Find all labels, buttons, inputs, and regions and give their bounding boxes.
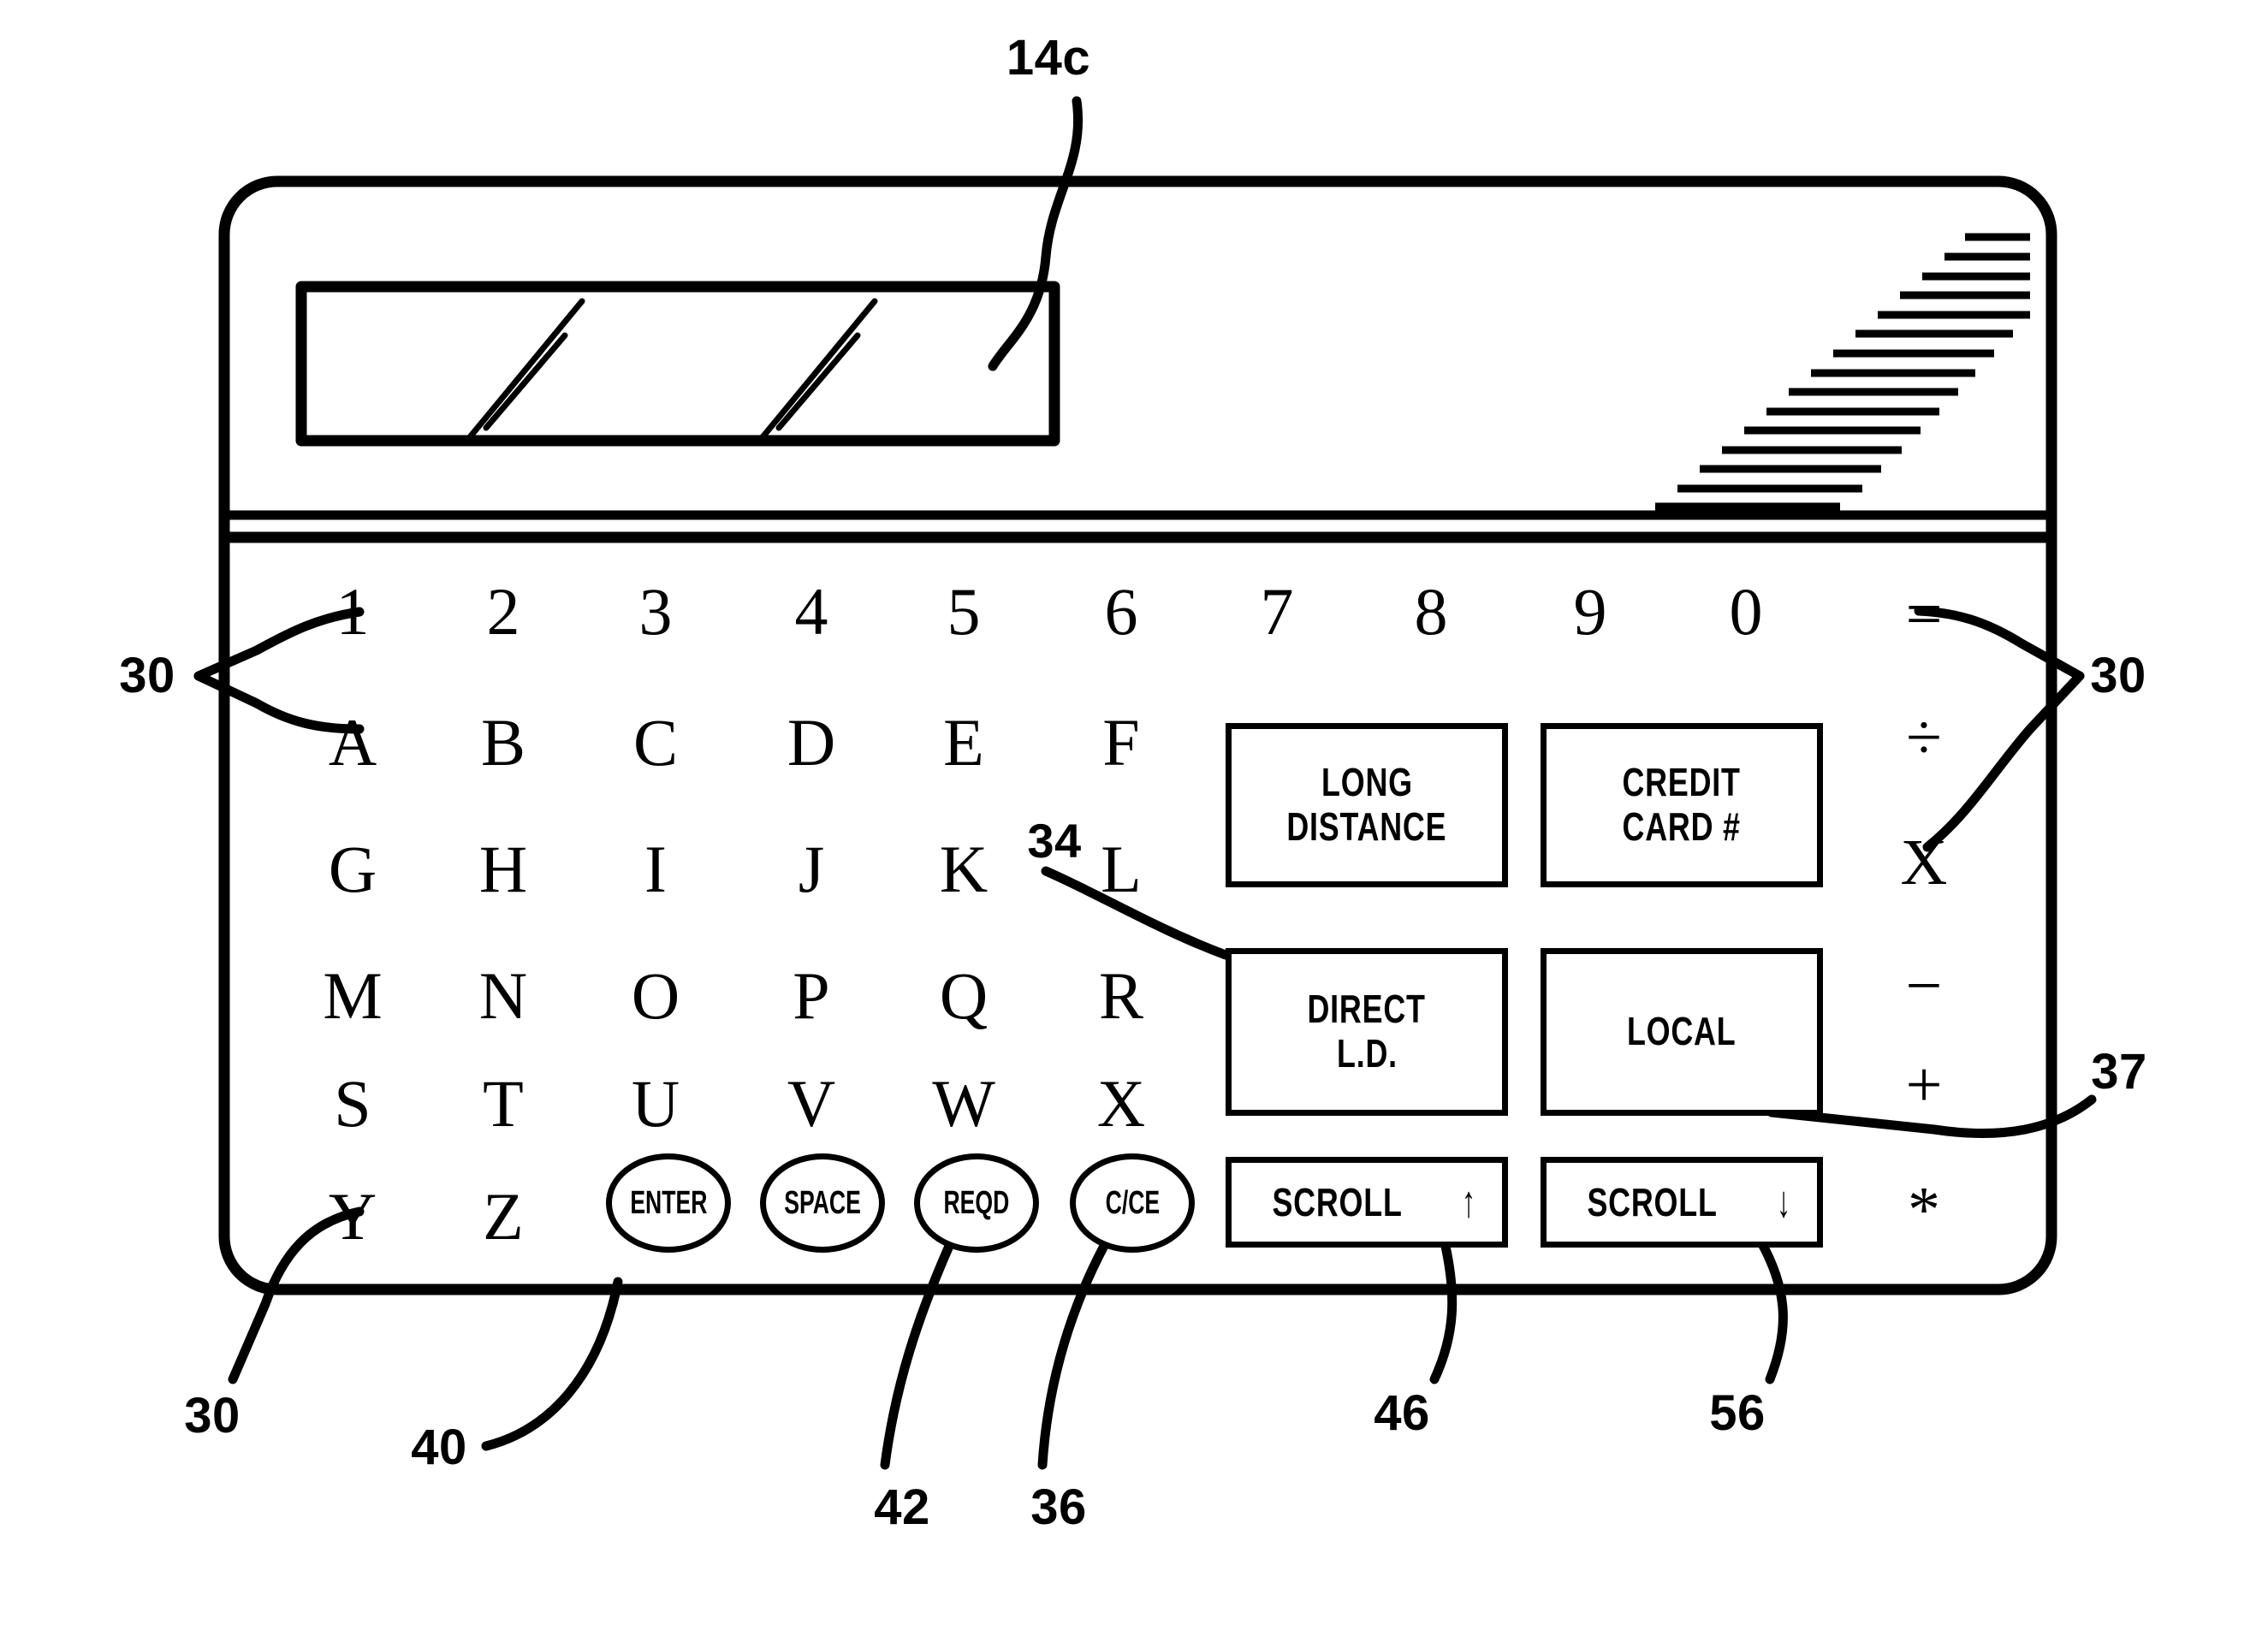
key-3[interactable]: 3	[639, 578, 673, 645]
scroll-down-button[interactable]: SCROLL ↓	[1541, 1157, 1823, 1248]
leader-46	[1429, 1237, 1458, 1384]
key-N[interactable]: N	[479, 963, 527, 1029]
key-V[interactable]: V	[787, 1070, 835, 1137]
local-button[interactable]: LOCAL	[1541, 948, 1823, 1116]
key-0[interactable]: 0	[1730, 578, 1763, 645]
scroll-up-label: SCROLL	[1272, 1180, 1403, 1224]
leader-40	[481, 1277, 623, 1451]
ref-numeral-30-left: 30	[119, 648, 175, 703]
key-R[interactable]: R	[1099, 963, 1143, 1029]
key-multiply[interactable]: X	[1901, 830, 1948, 895]
long-distance-label-line2: DISTANCE	[1286, 804, 1447, 849]
reqd-key[interactable]: REQD	[914, 1153, 1039, 1253]
ref-numeral-30-bottom: 30	[184, 1388, 240, 1443]
key-G[interactable]: G	[329, 836, 377, 903]
key-W[interactable]: W	[932, 1070, 995, 1137]
key-X[interactable]: X	[1097, 1070, 1145, 1137]
key-2[interactable]: 2	[487, 578, 520, 645]
key-J[interactable]: J	[799, 836, 824, 903]
ref-numeral-14c: 14c	[1006, 30, 1091, 86]
key-1[interactable]: 1	[336, 578, 370, 645]
ref-numeral-56: 56	[1709, 1385, 1766, 1441]
cce-key-label: C/CE	[1105, 1184, 1160, 1221]
direct-ld-button[interactable]: DIRECT L.D.	[1226, 948, 1508, 1116]
space-key-label: SPACE	[784, 1184, 861, 1221]
key-7[interactable]: 7	[1261, 578, 1294, 645]
key-Y[interactable]: Y	[329, 1183, 377, 1250]
scroll-down-label: SCROLL	[1587, 1180, 1718, 1224]
key-L[interactable]: L	[1101, 836, 1142, 903]
key-K[interactable]: K	[940, 836, 988, 903]
key-B[interactable]: B	[481, 709, 525, 776]
key-5[interactable]: 5	[947, 578, 981, 645]
ref-numeral-40: 40	[411, 1420, 467, 1475]
cce-key[interactable]: C/CE	[1070, 1153, 1195, 1253]
key-C[interactable]: C	[633, 709, 678, 776]
key-8[interactable]: 8	[1415, 578, 1448, 645]
key-9[interactable]: 9	[1574, 578, 1607, 645]
key-4[interactable]: 4	[795, 578, 828, 645]
ref-numeral-37: 37	[2091, 1044, 2147, 1100]
direct-ld-label-line1: DIRECT	[1307, 987, 1427, 1032]
ref-numeral-34: 34	[1027, 814, 1082, 868]
long-distance-label-line1: LONG	[1321, 760, 1413, 805]
key-plus[interactable]: +	[1906, 1052, 1943, 1117]
patent-figure-canvas: 14c 30 30 30 34 36 37 40 42 46 56 1 2 3 …	[0, 0, 2268, 1648]
space-key[interactable]: SPACE	[760, 1153, 885, 1253]
arrow-up-icon: ↑	[1461, 1177, 1476, 1227]
credit-card-button[interactable]: CREDIT CARD #	[1541, 723, 1823, 887]
key-Q[interactable]: Q	[940, 963, 988, 1029]
key-A[interactable]: A	[329, 709, 377, 776]
key-O[interactable]: O	[632, 963, 680, 1029]
enter-key-label: ENTER	[629, 1184, 708, 1221]
key-Z[interactable]: Z	[483, 1183, 524, 1250]
ref-numeral-30-right: 30	[2090, 648, 2146, 703]
reqd-key-label: REQD	[943, 1184, 1010, 1221]
scroll-up-button[interactable]: SCROLL ↑	[1226, 1157, 1508, 1248]
display-window	[295, 281, 1060, 447]
direct-ld-label-line2: L.D.	[1336, 1031, 1398, 1076]
key-H[interactable]: H	[479, 836, 527, 903]
credit-card-label-line1: CREDIT	[1622, 760, 1742, 805]
key-6[interactable]: 6	[1105, 578, 1138, 645]
key-P[interactable]: P	[793, 963, 829, 1029]
key-divide[interactable]: ÷	[1906, 705, 1942, 770]
leader-14c	[988, 96, 1084, 371]
arrow-down-icon: ↓	[1776, 1177, 1791, 1227]
key-minus[interactable]: −	[1906, 953, 1943, 1018]
ref-numeral-36: 36	[1030, 1479, 1087, 1535]
key-T[interactable]: T	[483, 1070, 524, 1137]
key-I[interactable]: I	[644, 836, 667, 903]
long-distance-button[interactable]: LONG DISTANCE	[1226, 723, 1508, 887]
key-equals[interactable]: =	[1906, 582, 1943, 647]
credit-card-label-line2: CARD #	[1622, 804, 1742, 849]
ref-numeral-46: 46	[1374, 1385, 1430, 1441]
key-E[interactable]: E	[943, 709, 984, 776]
key-S[interactable]: S	[334, 1070, 371, 1137]
leader-56	[1756, 1237, 1788, 1384]
display-glare-lines	[466, 298, 878, 442]
drawing-vector-layer	[193, 96, 2097, 1470]
ref-numeral-42: 42	[874, 1479, 930, 1535]
local-label: LOCAL	[1627, 1009, 1737, 1054]
leader-42	[880, 1239, 955, 1470]
key-U[interactable]: U	[632, 1070, 680, 1137]
key-D[interactable]: D	[787, 709, 835, 776]
enter-key[interactable]: ENTER	[606, 1153, 731, 1253]
leader-36	[1037, 1241, 1109, 1470]
key-M[interactable]: M	[323, 963, 382, 1029]
key-F[interactable]: F	[1102, 709, 1139, 776]
key-asterisk[interactable]: *	[1908, 1177, 1940, 1242]
speaker-grille	[1655, 233, 2030, 511]
